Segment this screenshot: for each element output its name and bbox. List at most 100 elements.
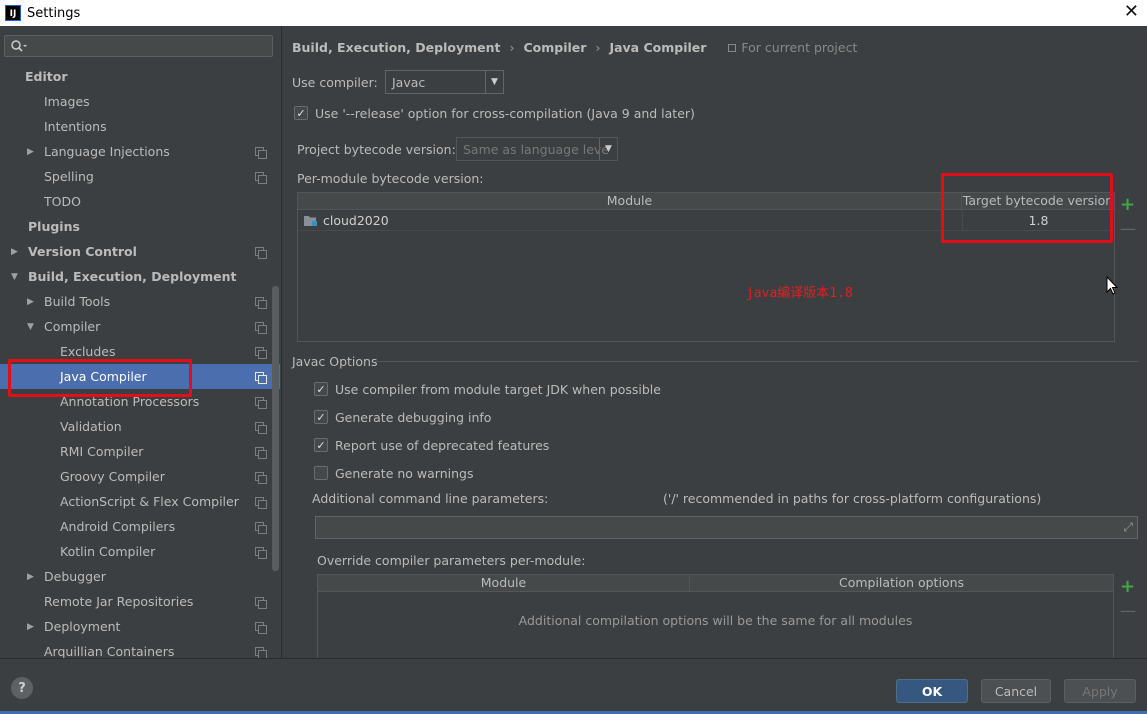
ok-button[interactable]: OK (896, 679, 968, 703)
checkbox-no-warnings[interactable] (314, 466, 328, 480)
sidebar-item[interactable]: Remote Jar Repositories (0, 589, 280, 614)
checkbox-no-warnings-label: Generate no warnings (335, 466, 474, 481)
sidebar-item[interactable]: ▶ Build Tools (0, 289, 280, 314)
sidebar-item[interactable]: Groovy Compiler (0, 464, 280, 489)
annotation-text: java编译版本1.8 (746, 286, 853, 301)
breadcrumb-separator: › (595, 40, 601, 55)
section-divider (375, 361, 1139, 362)
breadcrumb-separator: › (509, 40, 515, 55)
expand-arrow-right-icon[interactable]: ▶ (27, 622, 37, 632)
settings-search-input[interactable] (4, 35, 273, 57)
window-titlebar: IJ Settings ✕ (0, 0, 1147, 26)
project-level-icon (255, 147, 267, 159)
project-level-icon (255, 422, 267, 434)
use-compiler-label: Use compiler: (292, 75, 378, 90)
sidebar-item[interactable]: Validation (0, 414, 280, 439)
help-icon[interactable]: ? (11, 677, 33, 699)
apply-button[interactable]: Apply (1064, 679, 1136, 703)
table-toolbar-divider (1114, 193, 1115, 341)
dialog-button-bar: ? OK Cancel Apply (0, 658, 1147, 714)
release-option-checkbox[interactable]: ✓ (294, 106, 308, 120)
column-header-compilation-options[interactable]: Compilation options (690, 575, 1113, 592)
sidebar-item[interactable]: ▼ Build, Execution, Deployment (0, 264, 280, 289)
sidebar-item-label: Excludes (60, 344, 116, 359)
project-level-icon (255, 497, 267, 509)
expand-icon[interactable]: ⤢ (1123, 520, 1133, 535)
per-module-bytecode-label: Per-module bytecode version: (297, 171, 484, 186)
window-title: Settings (27, 5, 81, 21)
for-current-project: For current project (728, 40, 857, 55)
sidebar-item[interactable]: Kotlin Compiler (0, 539, 280, 564)
java-compiler-panel: Build, Execution, Deployment › Compiler … (283, 26, 1147, 658)
sidebar-item[interactable]: Android Compilers (0, 514, 280, 539)
project-level-icon (255, 397, 267, 409)
sidebar-item-label: Remote Jar Repositories (44, 594, 194, 609)
cancel-button[interactable]: Cancel (981, 679, 1051, 703)
project-level-icon (255, 172, 267, 184)
sidebar-item[interactable]: Editor (0, 64, 280, 89)
project-level-icon (255, 547, 267, 559)
highlight-box-target-version (941, 173, 1113, 243)
additional-params-label: Additional command line parameters: (312, 491, 549, 506)
sidebar-item-label: Spelling (44, 169, 94, 184)
sidebar-item-label: Kotlin Compiler (60, 544, 156, 559)
sidebar-item[interactable]: ActionScript & Flex Compiler (0, 489, 280, 514)
breadcrumb-part-3: Java Compiler (609, 40, 707, 55)
sidebar-scrollbar[interactable] (272, 286, 279, 571)
project-level-icon (255, 597, 267, 609)
remove-module-minus-icon[interactable]: — (1120, 221, 1136, 237)
column-header-module[interactable]: Module (298, 193, 962, 210)
sidebar-item[interactable]: ▶ Debugger (0, 564, 280, 589)
sidebar-item[interactable]: Images (0, 89, 280, 114)
breadcrumb: Build, Execution, Deployment › Compiler … (292, 40, 857, 55)
sidebar-item-label: RMI Compiler (60, 444, 144, 459)
sidebar-item[interactable]: RMI Compiler (0, 439, 280, 464)
project-bytecode-value: Same as language leve (463, 141, 610, 157)
override-table-empty-text: Additional compilation options will be t… (518, 613, 913, 628)
module-folder-icon (304, 216, 317, 226)
project-bytecode-select[interactable]: Same as language leve ▼ (456, 137, 618, 161)
breadcrumb-part-2: Compiler (523, 40, 587, 55)
project-level-icon (255, 522, 267, 534)
remove-override-minus-icon[interactable]: — (1120, 603, 1136, 619)
sidebar-item[interactable]: Intentions (0, 114, 280, 139)
sidebar-item[interactable]: Arquillian Containers (0, 639, 280, 658)
sidebar-item-label: Images (44, 94, 90, 109)
expand-arrow-down-icon[interactable]: ▼ (11, 272, 21, 282)
column-header-module[interactable]: Module (318, 575, 690, 592)
sidebar-item[interactable]: ▶ Version Control (0, 239, 280, 264)
expand-arrow-right-icon[interactable]: ▶ (11, 247, 21, 257)
checkbox-deprecated-features[interactable]: ✓ (314, 438, 328, 452)
add-module-plus-icon[interactable]: + (1120, 196, 1135, 214)
sidebar-item-label: Version Control (28, 244, 137, 259)
use-compiler-select[interactable]: Javac ▼ (385, 70, 504, 94)
add-override-plus-icon[interactable]: + (1120, 578, 1135, 596)
checkbox-deprecated-features-label: Report use of deprecated features (335, 438, 550, 453)
mouse-cursor-icon (1106, 276, 1119, 295)
sidebar-item-label: Validation (60, 419, 122, 434)
module-name: cloud2020 (323, 213, 389, 228)
override-params-label: Override compiler parameters per-module: (317, 553, 586, 568)
close-icon[interactable]: ✕ (1124, 1, 1139, 22)
sidebar-item[interactable]: TODO (0, 189, 280, 214)
sidebar-item[interactable]: Spelling (0, 164, 280, 189)
expand-arrow-right-icon[interactable]: ▶ (27, 572, 37, 582)
sidebar-item[interactable]: ▶ Deployment (0, 614, 280, 639)
project-bytecode-label: Project bytecode version: (297, 142, 456, 157)
search-icon (11, 40, 27, 52)
checkbox-use-target-jdk[interactable]: ✓ (314, 382, 328, 396)
additional-params-input[interactable]: ⤢ (315, 516, 1138, 539)
project-scope-icon (728, 43, 737, 52)
sidebar-item[interactable]: ▶ Language Injections (0, 139, 280, 164)
highlight-box-java-compiler (8, 359, 192, 397)
project-level-icon (255, 322, 267, 334)
expand-arrow-down-icon[interactable]: ▼ (27, 322, 37, 332)
expand-arrow-right-icon[interactable]: ▶ (27, 297, 37, 307)
expand-arrow-right-icon[interactable]: ▶ (27, 147, 37, 157)
checkbox-debugging-info[interactable]: ✓ (314, 410, 328, 424)
sidebar-item[interactable]: ▼ Compiler (0, 314, 280, 339)
project-level-icon (255, 447, 267, 459)
project-level-icon (255, 372, 267, 384)
sidebar-item-label: Debugger (44, 569, 106, 584)
sidebar-item[interactable]: Plugins (0, 214, 280, 239)
